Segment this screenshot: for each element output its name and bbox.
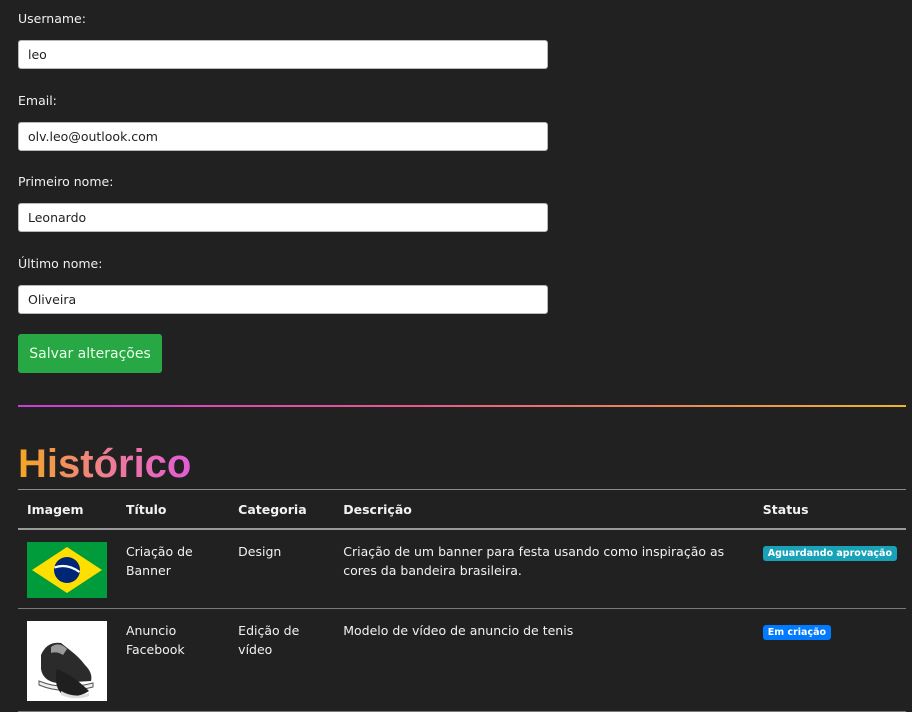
column-header-image: Imagem	[18, 489, 117, 530]
row-category: Design	[229, 529, 335, 609]
history-table: Imagem Título Categoria Descrição Status…	[18, 489, 906, 712]
email-label: Email:	[18, 93, 57, 108]
save-changes-button[interactable]: Salvar alterações	[18, 334, 162, 373]
username-field[interactable]	[18, 40, 548, 69]
row-title: Anuncio Facebook	[116, 608, 230, 712]
sneaker-image	[27, 621, 107, 701]
table-header-row: Imagem Título Categoria Descrição Status	[18, 489, 906, 530]
row-status-cell: Em criação	[753, 608, 906, 712]
table-row: Criação de Banner Design Criação de um b…	[18, 529, 906, 609]
first-name-label: Primeiro nome:	[18, 174, 114, 189]
status-badge: Em criação	[762, 625, 832, 640]
row-category: Edição de vídeo	[229, 608, 335, 712]
row-title: Criação de Banner	[116, 529, 230, 609]
row-image-cell	[18, 529, 117, 609]
row-status-cell: Aguardando aprovação	[753, 529, 906, 609]
row-description: Modelo de vídeo de anuncio de tenis	[334, 608, 754, 712]
column-header-category: Categoria	[229, 489, 335, 530]
username-label: Username:	[18, 11, 86, 26]
column-header-description: Descrição	[334, 489, 754, 530]
email-field[interactable]	[18, 122, 548, 151]
last-name-field[interactable]	[18, 285, 548, 314]
status-badge: Aguardando aprovação	[762, 546, 897, 561]
first-name-field[interactable]	[18, 203, 548, 232]
table-row: Anuncio Facebook Edição de vídeo Modelo …	[18, 608, 906, 712]
column-header-status: Status	[753, 489, 906, 530]
last-name-label: Último nome:	[18, 256, 103, 271]
history-title: Histórico	[18, 436, 191, 492]
row-description: Criação de um banner para festa usando c…	[334, 529, 754, 609]
gradient-divider	[18, 405, 906, 407]
column-header-title: Título	[116, 489, 230, 530]
row-image-cell	[18, 608, 117, 712]
brazil-flag-image	[27, 542, 107, 598]
